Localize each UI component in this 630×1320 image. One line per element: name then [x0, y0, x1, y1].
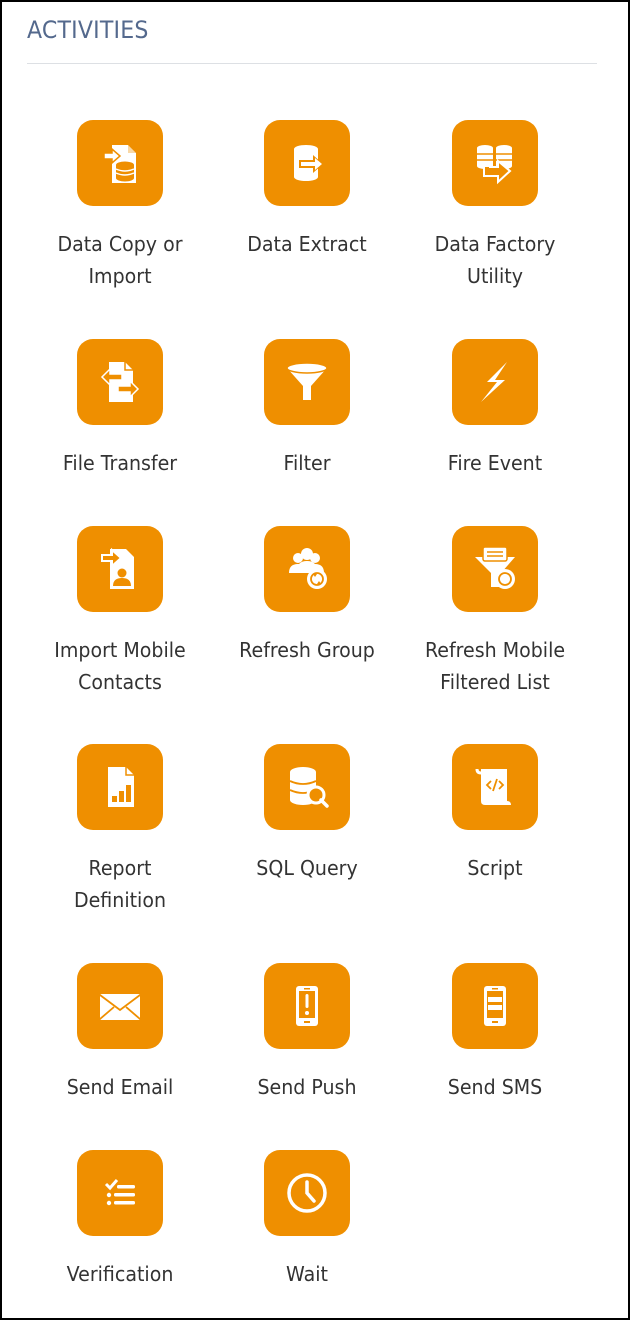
activity-send-push[interactable]: Send Push: [217, 963, 397, 1103]
activity-refresh-group[interactable]: Refresh Group: [217, 526, 397, 666]
activity-label: Refresh Mobile Filtered List: [410, 634, 581, 698]
fire-event-icon: [481, 362, 507, 402]
activity-wait[interactable]: Wait: [217, 1150, 397, 1290]
activity-tile[interactable]: [452, 339, 538, 425]
activity-tile[interactable]: [264, 120, 350, 206]
file-transfer-icon: [100, 362, 140, 402]
activity-file-transfer[interactable]: File Transfer: [30, 339, 210, 479]
activity-filter[interactable]: Filter: [217, 339, 397, 479]
activity-label: Fire Event: [410, 447, 581, 479]
activity-label: Send Email: [35, 1071, 206, 1103]
activity-label: Data Factory Utility: [410, 228, 581, 292]
activity-tile[interactable]: [264, 1150, 350, 1236]
activity-label: Script: [410, 852, 581, 884]
activity-script[interactable]: Script: [405, 744, 585, 884]
activity-label-line: Utility: [467, 264, 523, 288]
panel-title: ACTIVITIES: [27, 16, 149, 44]
data-factory-utility-icon: [477, 145, 512, 185]
activity-label: Data Extract: [222, 228, 393, 260]
data-extract-icon: [294, 145, 323, 181]
activity-import-mobile-contacts[interactable]: Import Mobile Contacts: [30, 526, 210, 698]
activity-data-copy-import[interactable]: Data Copy or Import: [30, 120, 210, 292]
activity-tile[interactable]: [264, 339, 350, 425]
activity-label-line: Send SMS: [447, 1075, 543, 1099]
activity-label-line: Refresh Mobile: [424, 638, 566, 662]
send-email-icon: [99, 994, 141, 1020]
activity-label-line: Fire Event: [447, 451, 543, 475]
sql-query-icon: [289, 767, 329, 808]
activities-panel: ACTIVITIES Data Copy or Import Data Extrac…: [2, 2, 628, 1318]
send-sms-icon: [484, 986, 506, 1026]
activity-tile[interactable]: [264, 744, 350, 830]
activity-label: Send SMS: [410, 1071, 581, 1103]
activity-label: Send Push: [222, 1071, 393, 1103]
activity-label-line: Definition: [73, 888, 167, 912]
script-icon: [475, 768, 511, 805]
activity-report-definition[interactable]: Report Definition: [30, 744, 210, 916]
report-definition-icon: [108, 767, 134, 807]
activity-label-line: Data Extract: [247, 232, 367, 256]
activity-send-email[interactable]: Send Email: [30, 963, 210, 1103]
activity-label-line: Send Email: [66, 1075, 174, 1099]
activity-label: SQL Query: [222, 852, 393, 884]
activity-label: Import Mobile Contacts: [35, 634, 206, 698]
activity-label-line: Report: [88, 856, 152, 880]
activity-tile[interactable]: [452, 526, 538, 612]
activity-label-line: Data Copy or: [57, 232, 183, 256]
activity-label: Wait: [222, 1258, 393, 1290]
activity-label: File Transfer: [35, 447, 206, 479]
activity-label-line: Send Push: [257, 1075, 357, 1099]
activity-tile[interactable]: [452, 744, 538, 830]
activity-label-line: Filter: [283, 451, 331, 475]
activity-tile[interactable]: [77, 339, 163, 425]
activity-label: Filter: [222, 447, 393, 479]
activity-label-line: Import Mobile: [54, 638, 186, 662]
activity-label-line: Filtered List: [440, 670, 550, 694]
refresh-group-icon: [289, 548, 327, 589]
import-mobile-contacts-icon: [101, 547, 134, 589]
activity-tile[interactable]: [452, 120, 538, 206]
activity-tile[interactable]: [77, 963, 163, 1049]
wait-icon: [287, 1173, 327, 1213]
activity-send-sms[interactable]: Send SMS: [405, 963, 585, 1103]
activity-label-line: SQL Query: [256, 856, 358, 880]
activity-label-line: Verification: [66, 1262, 174, 1286]
activity-label: Report Definition: [35, 852, 206, 916]
activity-verification[interactable]: Verification: [30, 1150, 210, 1290]
activity-tile[interactable]: [77, 744, 163, 830]
activity-label-line: Wait: [286, 1262, 328, 1286]
activity-tile[interactable]: [452, 963, 538, 1049]
activity-refresh-mobile-filtered-list[interactable]: Refresh Mobile Filtered List: [405, 526, 585, 698]
send-push-icon: [296, 986, 318, 1026]
divider: [27, 63, 597, 64]
activity-label-line: Data Factory: [434, 232, 556, 256]
verification-icon: [104, 1179, 135, 1206]
activity-sql-query[interactable]: SQL Query: [217, 744, 397, 884]
activity-tile[interactable]: [264, 963, 350, 1049]
activity-fire-event[interactable]: Fire Event: [405, 339, 585, 479]
refresh-mobile-filtered-list-icon: [475, 546, 515, 589]
activity-tile[interactable]: [77, 526, 163, 612]
activity-label-line: Contacts: [78, 670, 162, 694]
activity-data-extract[interactable]: Data Extract: [217, 120, 397, 260]
activity-label-line: Import: [88, 264, 152, 288]
activity-label: Verification: [35, 1258, 206, 1290]
activity-tile[interactable]: [77, 120, 163, 206]
data-copy-import-icon: [103, 145, 136, 183]
activity-label: Data Copy or Import: [35, 228, 206, 292]
activity-tile[interactable]: [264, 526, 350, 612]
filter-icon: [286, 362, 328, 400]
activity-data-factory-utility[interactable]: Data Factory Utility: [405, 120, 585, 292]
activity-label-line: Refresh Group: [239, 638, 375, 662]
activity-label-line: Script: [467, 856, 523, 880]
activity-tile[interactable]: [77, 1150, 163, 1236]
activity-label: Refresh Group: [222, 634, 393, 666]
activity-label-line: File Transfer: [62, 451, 178, 475]
